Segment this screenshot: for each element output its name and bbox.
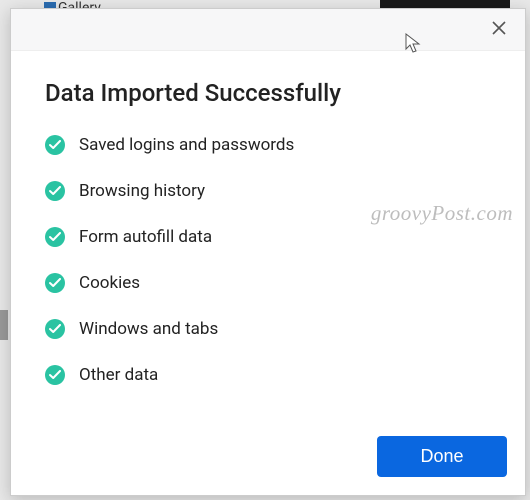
item-label: Saved logins and passwords [79,135,294,155]
close-icon [492,19,506,40]
list-item: Cookies [45,273,491,293]
dialog-title: Data Imported Successfully [45,79,491,107]
watermark: groovyPost.com [371,201,513,226]
list-item: Windows and tabs [45,319,491,339]
background-dark-strip [380,0,510,8]
item-label: Browsing history [79,181,205,201]
imported-items-list: Saved logins and passwords Browsing hist… [45,135,491,385]
check-icon [45,365,65,385]
check-icon [45,135,65,155]
check-icon [45,181,65,201]
close-button[interactable] [483,14,515,46]
list-item: Browsing history [45,181,491,201]
item-label: Cookies [79,273,140,293]
list-item: Form autofill data [45,227,491,247]
mouse-cursor [405,33,423,59]
check-icon [45,319,65,339]
dialog-header [11,9,525,51]
dialog-footer: Done [11,424,525,495]
scrollbar-handle[interactable] [0,310,8,340]
item-label: Windows and tabs [79,319,218,339]
done-button[interactable]: Done [377,436,507,477]
check-icon [45,273,65,293]
check-icon [45,227,65,247]
dialog-body: Data Imported Successfully Saved logins … [11,51,525,424]
item-label: Other data [79,365,158,385]
list-item: Saved logins and passwords [45,135,491,155]
list-item: Other data [45,365,491,385]
import-success-dialog: Data Imported Successfully Saved logins … [10,8,526,496]
item-label: Form autofill data [79,227,212,247]
